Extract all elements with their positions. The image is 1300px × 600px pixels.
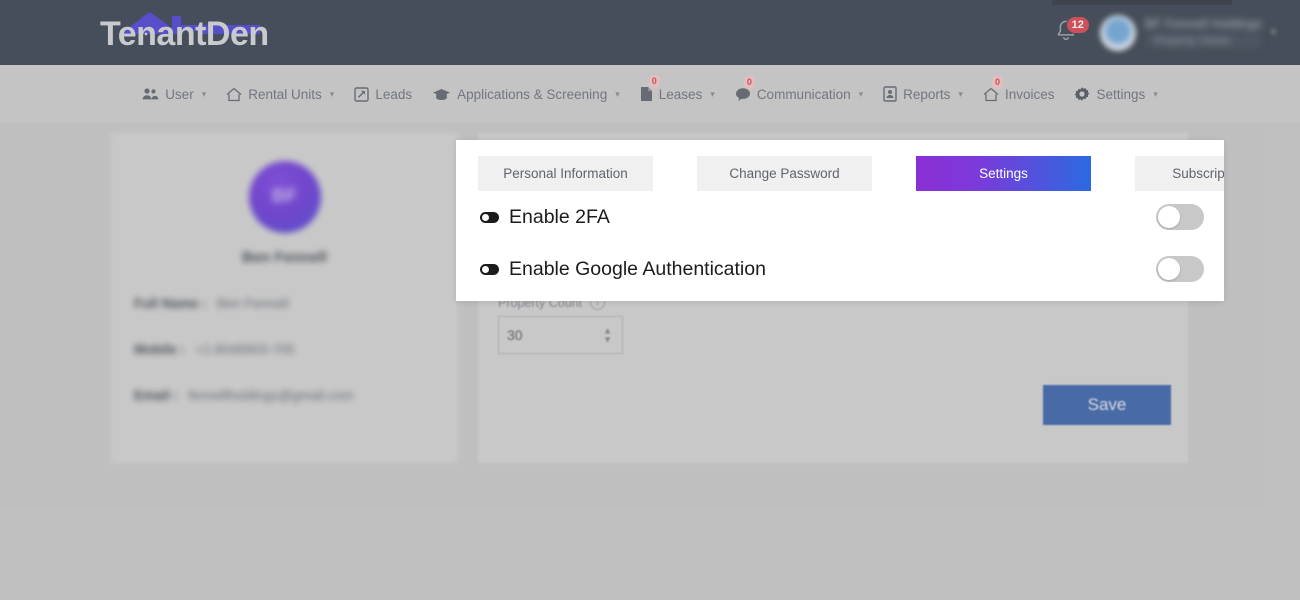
avatar bbox=[1100, 15, 1136, 51]
nav-item-leads[interactable]: Leads bbox=[345, 81, 421, 108]
nav-badge-leases: 0 bbox=[649, 75, 660, 88]
nav-label: User bbox=[165, 87, 194, 102]
top-bar: TenantDen 12 BF Fennell Holdings Propert… bbox=[0, 0, 1300, 65]
nav-item-rental-units[interactable]: Rental Units ▾ bbox=[217, 81, 343, 108]
nav-label: Leads bbox=[375, 87, 412, 102]
profile-field-row: Full Name : Ben Fennell bbox=[134, 296, 458, 311]
nav-item-settings[interactable]: Settings ▾ bbox=[1065, 80, 1166, 108]
toggle-switch-enable-google-authentication[interactable] bbox=[1156, 256, 1204, 282]
chevron-down-icon: ▾ bbox=[958, 89, 963, 100]
chevron-down-icon: ▾ bbox=[330, 89, 335, 100]
notifications-button[interactable]: 12 bbox=[1054, 18, 1082, 48]
nav-label: Applications & Screening bbox=[457, 87, 607, 102]
toggle-switch-enable-2fa[interactable] bbox=[1156, 204, 1204, 230]
profile-card: BF Ben Fennell Full Name : Ben Fennell M… bbox=[111, 133, 458, 463]
nav-label: Invoices bbox=[1005, 87, 1055, 102]
users-icon bbox=[142, 87, 159, 101]
profile-field-row: Mobile : +1-8048903-705 bbox=[134, 342, 458, 357]
profile-field-label: Email : bbox=[134, 388, 178, 403]
user-meta: BF Fennell Holdings Property Owner bbox=[1145, 16, 1262, 49]
tab-subscription-info[interactable]: Subscription Info bbox=[1135, 156, 1224, 191]
stepper-up-icon[interactable]: ▲ bbox=[603, 327, 612, 335]
toggle-small-icon bbox=[480, 212, 499, 223]
property-count-input[interactable]: 30 ▲ ▼ bbox=[498, 316, 623, 354]
pencil-square-icon bbox=[354, 87, 369, 102]
nav-badge-communication: 0 bbox=[744, 76, 755, 89]
nav-label: Leases bbox=[659, 87, 703, 102]
id-card-icon bbox=[883, 86, 897, 102]
file-icon: 0 bbox=[640, 86, 653, 102]
home-icon bbox=[226, 87, 242, 102]
user-name: BF Fennell Holdings bbox=[1145, 16, 1262, 31]
chevron-down-icon: ▾ bbox=[202, 89, 207, 100]
nav-item-invoices[interactable]: 0 Invoices bbox=[974, 81, 1064, 108]
profile-field-value: +1-8048903-705 bbox=[195, 342, 294, 357]
setting-label: Enable Google Authentication bbox=[509, 258, 766, 281]
setting-label-group: Enable 2FA bbox=[480, 206, 610, 229]
save-button[interactable]: Save bbox=[1043, 385, 1171, 425]
tab-personal-information[interactable]: Personal Information bbox=[478, 156, 653, 191]
topbar-right-cluster: 12 BF Fennell Holdings Property Owner ▾ bbox=[1054, 0, 1280, 65]
brand-logo[interactable]: TenantDen bbox=[100, 10, 300, 58]
chevron-down-icon: ▾ bbox=[615, 89, 620, 100]
toggle-small-icon bbox=[480, 264, 499, 275]
nav-item-reports[interactable]: Reports ▾ bbox=[874, 80, 972, 108]
gear-icon bbox=[1074, 86, 1090, 102]
nav-label: Reports bbox=[903, 87, 950, 102]
nav-badge-invoices: 0 bbox=[992, 76, 1003, 89]
user-role-badge: Property Owner bbox=[1145, 33, 1262, 49]
notification-count-badge: 12 bbox=[1066, 16, 1090, 34]
nav-item-leases[interactable]: 0 Leases ▾ bbox=[631, 80, 724, 108]
main-navigation: User ▾ Rental Units ▾ Leads Applications… bbox=[0, 65, 1300, 123]
graduation-cap-icon bbox=[432, 87, 451, 101]
profile-display-name: Ben Fennell bbox=[242, 249, 327, 266]
profile-field-label: Full Name : bbox=[134, 296, 207, 311]
chat-bubble-icon: 0 bbox=[735, 87, 751, 102]
property-count-value: 30 bbox=[507, 327, 523, 343]
profile-field-value: Ben Fennell bbox=[217, 296, 289, 311]
nav-item-communication[interactable]: 0 Communication ▾ bbox=[726, 81, 872, 108]
nav-label: Communication bbox=[757, 87, 851, 102]
chevron-down-icon: ▾ bbox=[1271, 27, 1276, 38]
profile-field-value: fennellholdings@gmail.com bbox=[188, 388, 353, 403]
profile-field-label: Mobile : bbox=[134, 342, 185, 357]
setting-label-group: Enable Google Authentication bbox=[480, 258, 766, 281]
setting-row-enable-2fa: Enable 2FA bbox=[456, 191, 1224, 243]
profile-avatar: BF bbox=[249, 161, 321, 233]
brand-name: TenantDen bbox=[100, 10, 269, 58]
nav-item-applications-screening[interactable]: Applications & Screening ▾ bbox=[423, 81, 629, 108]
tab-change-password[interactable]: Change Password bbox=[697, 156, 872, 191]
profile-field-list: Full Name : Ben Fennell Mobile : +1-8048… bbox=[111, 296, 458, 434]
setting-row-enable-google-authentication: Enable Google Authentication bbox=[456, 243, 1224, 295]
quantity-stepper[interactable]: ▲ ▼ bbox=[603, 327, 612, 344]
chevron-down-icon: ▾ bbox=[710, 89, 715, 100]
property-count-field: Property Count i 30 ▲ ▼ bbox=[498, 295, 623, 354]
account-settings-modal: Personal Information Change Password Set… bbox=[456, 140, 1224, 301]
chevron-down-icon: ▾ bbox=[1153, 89, 1158, 100]
app-root: TenantDen 12 BF Fennell Holdings Propert… bbox=[0, 0, 1300, 600]
nav-item-user[interactable]: User ▾ bbox=[133, 81, 215, 108]
nav-label: Settings bbox=[1096, 87, 1145, 102]
tab-settings[interactable]: Settings bbox=[916, 156, 1091, 191]
user-menu[interactable]: BF Fennell Holdings Property Owner ▾ bbox=[1100, 15, 1280, 51]
modal-tab-bar: Personal Information Change Password Set… bbox=[456, 140, 1224, 191]
home-invoice-icon: 0 bbox=[983, 87, 999, 102]
setting-label: Enable 2FA bbox=[509, 206, 610, 229]
nav-label: Rental Units bbox=[248, 87, 322, 102]
profile-field-row: Email : fennellholdings@gmail.com bbox=[134, 388, 458, 403]
stepper-down-icon[interactable]: ▼ bbox=[603, 336, 612, 344]
chevron-down-icon: ▾ bbox=[859, 89, 864, 100]
